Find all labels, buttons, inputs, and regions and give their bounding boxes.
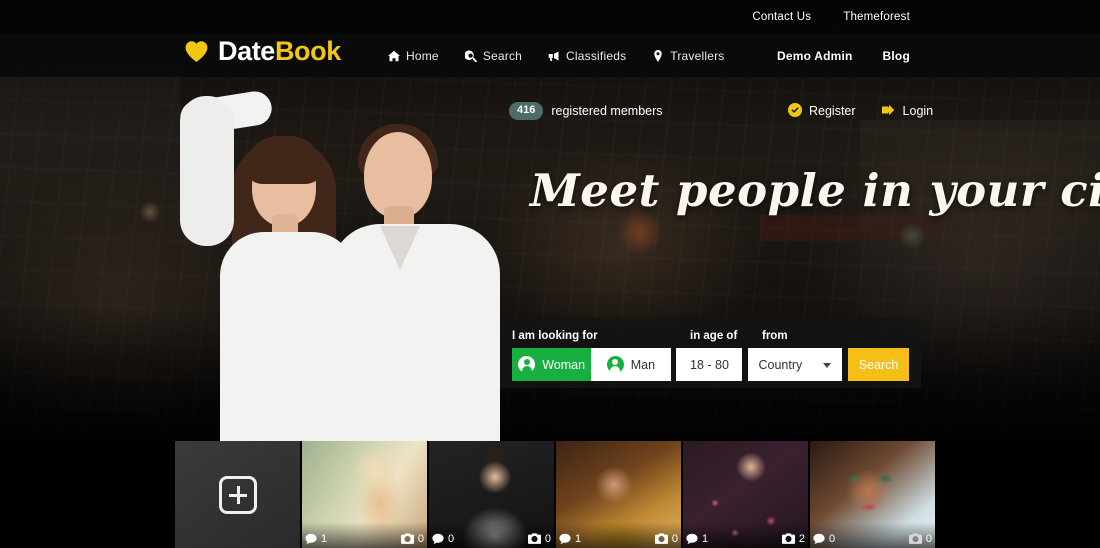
hero-couple-photo xyxy=(177,89,530,446)
nav-item-demo-admin[interactable]: Demo Admin xyxy=(777,49,853,63)
member-count-badge: 416 xyxy=(509,102,544,120)
check-circle-icon xyxy=(788,102,802,120)
auth-links: Register Login xyxy=(788,102,934,120)
gender-option-woman-label: Woman xyxy=(542,357,586,372)
top-utility-bar: Contact Us Themeforest xyxy=(0,0,1100,34)
member-thumbnail[interactable]: 0 0 xyxy=(429,441,554,548)
member-thumbnail[interactable]: 1 0 xyxy=(302,441,427,548)
label-age: in age of xyxy=(690,329,738,342)
search-form-controls: Woman Man Country Search xyxy=(512,348,909,381)
photo-count-badge: 2 xyxy=(781,532,805,545)
register-link[interactable]: Register xyxy=(788,102,856,120)
gender-option-man-label: Man xyxy=(630,357,656,372)
heart-icon xyxy=(184,40,209,63)
search-submit-button[interactable]: Search xyxy=(848,348,909,381)
login-link[interactable]: Login xyxy=(881,103,934,120)
user-man-icon xyxy=(606,356,624,373)
photo-count-value: 0 xyxy=(671,532,678,545)
page-root: Contact Us Themeforest DateBook Home Sea… xyxy=(0,0,1100,548)
comment-count-badge: 0 xyxy=(813,533,835,545)
themeforest-link[interactable]: Themeforest xyxy=(843,11,910,23)
comment-count-value: 1 xyxy=(702,532,709,545)
comment-count-value: 1 xyxy=(321,532,328,545)
gender-toggle: Woman Man xyxy=(512,348,671,381)
member-thumbnail[interactable]: 1 0 xyxy=(556,441,681,548)
comment-count-badge: 1 xyxy=(305,533,327,545)
user-woman-icon xyxy=(518,356,536,373)
photo-count-badge: 0 xyxy=(654,532,678,545)
country-select[interactable]: Country xyxy=(748,348,843,381)
photo-count-value: 2 xyxy=(798,532,805,545)
member-auth-strip: 416 registered members Register Login xyxy=(0,96,1100,126)
chevron-down-icon xyxy=(823,362,832,368)
photo-count-badge: 0 xyxy=(908,532,932,545)
nav-item-classifieds-label: Classifieds xyxy=(566,48,627,63)
map-pin-icon xyxy=(652,49,664,62)
member-thumbnail[interactable]: 0 0 xyxy=(810,441,935,548)
thumbnail-badges: 1 2 xyxy=(683,529,808,548)
comment-count-value: 0 xyxy=(829,532,836,545)
hero-search-form: I am looking for in age of from Woman Ma… xyxy=(500,318,921,388)
comment-count-badge: 1 xyxy=(559,533,581,545)
nav-item-search[interactable]: Search xyxy=(464,48,523,63)
logo-text-date: Date xyxy=(218,36,275,66)
main-navbar: DateBook Home Search Classifieds Travell… xyxy=(0,34,1100,77)
logo-text-book: Book xyxy=(274,36,341,66)
contact-us-link[interactable]: Contact Us xyxy=(752,11,811,23)
photo-count-badge: 0 xyxy=(527,532,551,545)
sign-in-icon xyxy=(881,103,896,120)
photo-count-value: 0 xyxy=(544,532,551,545)
nav-item-travellers[interactable]: Travellers xyxy=(652,49,724,63)
thumbnail-badges: 0 0 xyxy=(429,529,554,548)
comment-count-badge: 0 xyxy=(432,533,454,545)
member-count-label: registered members xyxy=(551,104,663,118)
nav-item-home[interactable]: Home xyxy=(388,49,439,63)
registered-members: 416 registered members xyxy=(509,102,663,120)
add-photo-tile[interactable] xyxy=(175,441,300,548)
gender-option-woman[interactable]: Woman xyxy=(512,348,592,381)
photo-count-value: 0 xyxy=(417,532,424,545)
comment-count-value: 0 xyxy=(448,532,455,545)
photo-count-badge: 0 xyxy=(400,532,424,545)
gender-option-man[interactable]: Man xyxy=(591,348,671,381)
age-range-input[interactable] xyxy=(676,348,743,381)
site-logo[interactable]: DateBook xyxy=(184,38,341,65)
member-thumbnail-strip: 1 0 0 0 1 0 1 2 0 0 xyxy=(175,441,938,548)
nav-item-search-label: Search xyxy=(482,48,523,63)
plus-square-icon xyxy=(218,475,257,514)
nav-secondary: Demo Admin Blog xyxy=(777,49,910,63)
thumbnail-badges: 1 0 xyxy=(556,529,681,548)
country-select-value: Country xyxy=(758,357,803,372)
nav-item-home-label: Home xyxy=(406,48,439,63)
member-thumbnail[interactable]: 1 2 xyxy=(683,441,808,548)
home-icon xyxy=(388,50,400,62)
comment-count-badge: 1 xyxy=(686,533,708,545)
photo-count-value: 0 xyxy=(925,532,932,545)
login-label: Login xyxy=(902,104,934,118)
register-label: Register xyxy=(809,104,856,118)
label-from: from xyxy=(762,329,788,342)
nav-item-travellers-label: Travellers xyxy=(670,48,725,63)
nav-item-blog[interactable]: Blog xyxy=(883,49,910,63)
hero-awning xyxy=(760,215,940,241)
label-looking-for: I am looking for xyxy=(512,329,598,342)
thumbnail-badges: 1 0 xyxy=(302,529,427,548)
nav-primary: Home Search Classifieds Travellers xyxy=(388,49,725,63)
thumbnail-badges: 0 0 xyxy=(810,529,935,548)
hero-headline: Meet people in your city! xyxy=(530,164,1100,217)
search-form-labels: I am looking for in age of from xyxy=(512,327,909,344)
bullhorn-icon xyxy=(548,50,560,62)
search-icon xyxy=(464,50,477,62)
comment-count-value: 1 xyxy=(575,532,582,545)
nav-item-classifieds[interactable]: Classifieds xyxy=(548,49,626,63)
